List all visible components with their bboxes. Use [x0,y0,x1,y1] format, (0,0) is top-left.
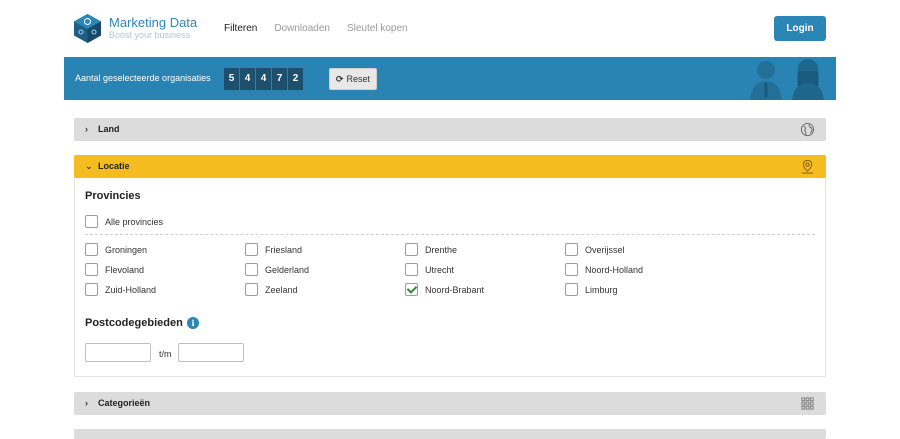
selection-counter: 5 4 4 7 2 [224,68,304,90]
checkbox-noord-holland[interactable]: Noord-Holland [565,263,643,276]
checkbox-label: Flevoland [105,264,145,275]
provincies-title: Provincies [85,190,141,202]
checkbox-overijssel[interactable]: Overijssel [565,243,625,256]
panel-title: Categorieën [98,398,151,408]
checkbox-checked[interactable] [405,283,418,296]
people-illustration [750,59,824,100]
checkbox[interactable] [85,283,98,296]
checkbox-label: Noord-Holland [585,264,644,275]
map-pin-icon [801,159,814,174]
checkbox-drenthe[interactable]: Drenthe [405,243,457,256]
checkbox-label: Drenthe [425,244,458,255]
checkbox-limburg[interactable]: Limburg [565,283,618,296]
login-button[interactable]: Login [774,16,826,41]
selection-label: Aantal geselecteerde organisaties [75,73,211,83]
checkbox-alle-provincies[interactable]: Alle provincies [85,215,163,228]
checkbox[interactable] [245,263,258,276]
checkbox-label: Alle provincies [105,216,164,227]
globe-icon [800,122,815,137]
checkbox[interactable] [85,243,98,256]
postcode-range-separator: t/m [159,349,172,359]
reset-button[interactable]: ⟳ Reset [329,68,377,90]
brand-name: Marketing Data [109,15,198,30]
checkbox[interactable] [245,243,258,256]
checkbox[interactable] [405,243,418,256]
checkbox-label: Limburg [585,284,618,295]
checkbox-zeeland[interactable]: Zeeland [245,283,298,296]
checkbox[interactable] [405,263,418,276]
checkbox-label: Groningen [105,244,148,255]
checkbox-utrecht[interactable]: Utrecht [405,263,454,276]
refresh-icon: ⟳ [335,73,344,84]
counter-digit: 4 [256,68,271,90]
nav-sleutel-kopen[interactable]: Sleutel kopen [347,23,408,34]
checkbox-friesland[interactable]: Friesland [245,243,302,256]
postcode-title: Postcodegebieden [85,317,183,329]
panel-locatie[interactable]: ⌄ Locatie [74,155,826,178]
chevron-right-icon: › [85,398,88,408]
checkbox-label: Friesland [265,244,303,255]
nav-downloaden[interactable]: Downloaden [274,23,330,34]
brand-tagline: Boost your business [109,30,191,40]
checkbox-label: Noord-Brabant [425,284,485,295]
counter-digit: 2 [288,68,303,90]
chevron-down-icon: ⌄ [85,161,93,171]
checkbox-label: Zuid-Holland [105,284,157,295]
postcode-to-input[interactable] [178,343,244,362]
grid-icon [801,397,814,410]
counter-digit: 4 [240,68,255,90]
checkbox-groningen[interactable]: Groningen [85,243,147,256]
counter-digit: 5 [224,68,239,90]
top-bar: Marketing Data Boost your business Filte… [0,0,900,57]
panel-locatie-body: Provincies Alle provincies Groningen Fri… [74,178,826,377]
checkbox[interactable] [85,215,98,228]
postcode-from-input[interactable] [85,343,151,362]
logo-cube-icon [74,14,101,43]
checkbox[interactable] [565,283,578,296]
panel-title: Locatie [98,161,130,171]
panel-title: Land [98,124,120,134]
panel-categorieen[interactable]: › Categorieën [74,392,826,415]
reset-label: Reset [346,74,371,84]
checkbox[interactable] [565,243,578,256]
info-icon[interactable]: i [187,317,199,329]
logo[interactable]: Marketing Data Boost your business [73,13,197,44]
checkbox-label: Gelderland [265,264,310,275]
chevron-right-icon: › [85,124,88,134]
checkbox-label: Overijssel [585,244,625,255]
main-nav: Filteren Downloaden Sleutel kopen [224,23,425,34]
checkbox-flevoland[interactable]: Flevoland [85,263,144,276]
checkbox-label: Zeeland [265,284,298,295]
panel-land[interactable]: › Land [74,118,826,141]
selection-bar: Aantal geselecteerde organisaties 5 4 4 … [64,57,836,100]
counter-digit: 7 [272,68,287,90]
nav-filteren[interactable]: Filteren [224,23,257,34]
checkbox[interactable] [85,263,98,276]
divider [85,234,815,235]
checkbox-label: Utrecht [425,264,455,275]
panel-next-collapsed[interactable] [74,429,826,439]
checkbox[interactable] [565,263,578,276]
checkbox[interactable] [245,283,258,296]
checkbox-gelderland[interactable]: Gelderland [245,263,309,276]
checkbox-noord-brabant[interactable]: Noord-Brabant [405,283,484,296]
checkbox-zuid-holland[interactable]: Zuid-Holland [85,283,156,296]
